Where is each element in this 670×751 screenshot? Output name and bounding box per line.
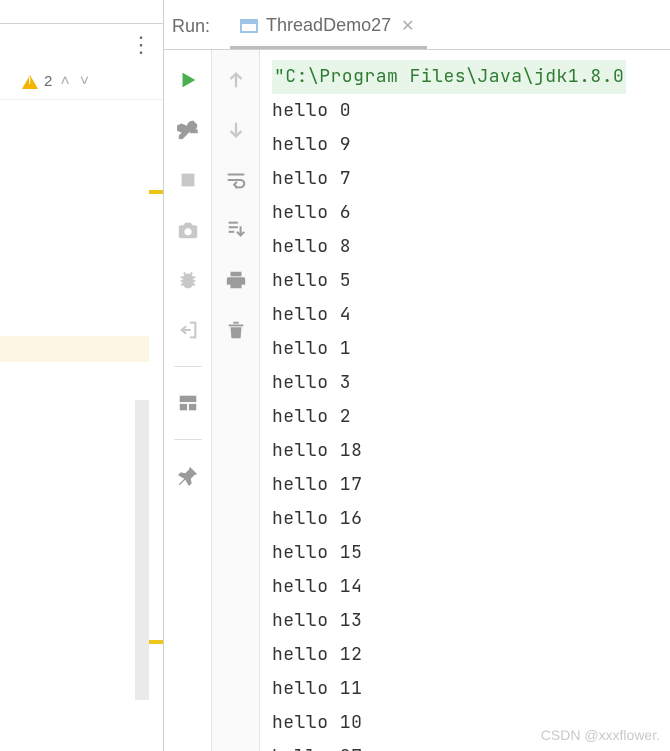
highlighted-line <box>0 336 150 362</box>
camera-icon[interactable] <box>174 216 202 244</box>
fold-strip <box>135 400 149 700</box>
trash-icon[interactable] <box>222 316 250 344</box>
toolbar-separator <box>174 439 202 440</box>
console-line: hello 13 <box>272 604 670 638</box>
console-line: hello 9 <box>272 128 670 162</box>
console-line: hello 14 <box>272 570 670 604</box>
more-options-icon[interactable]: ⋮ <box>130 32 151 58</box>
console-line: hello 2 <box>272 400 670 434</box>
warning-mark[interactable] <box>149 640 163 644</box>
console-line: hello 0 <box>272 94 670 128</box>
wrench-icon[interactable] <box>174 116 202 144</box>
stop-icon[interactable] <box>174 166 202 194</box>
editor-side-pane: ⋮ 2 ˄ ˅ <box>0 0 164 751</box>
console-line: hello 16 <box>272 502 670 536</box>
bug-icon[interactable] <box>174 266 202 294</box>
run-tab-label: ThreadDemo27 <box>266 15 391 36</box>
application-icon <box>240 19 258 33</box>
prev-problem-chevron[interactable]: ˄ <box>58 71 71 93</box>
console-line: hello 11 <box>272 672 670 706</box>
error-stripe[interactable] <box>149 100 163 751</box>
rerun-icon[interactable] <box>174 66 202 94</box>
print-icon[interactable] <box>222 266 250 294</box>
editor-top-strip <box>0 0 163 24</box>
run-toolbar-secondary <box>212 50 260 751</box>
console-line: hello 5 <box>272 264 670 298</box>
soft-wrap-icon[interactable] <box>222 166 250 194</box>
pin-icon[interactable] <box>174 462 202 490</box>
scroll-to-end-icon[interactable] <box>222 216 250 244</box>
command-line: "C:\Program Files\Java\jdk1.8.0 <box>272 60 626 94</box>
console-line: hello 17 <box>272 468 670 502</box>
console-line: hello 6 <box>272 196 670 230</box>
run-toolbar-primary <box>164 50 212 751</box>
run-config-tab[interactable]: ThreadDemo27 ✕ <box>230 7 426 49</box>
close-tab-icon[interactable]: ✕ <box>399 16 416 36</box>
warning-mark[interactable] <box>149 190 163 194</box>
editor-header-row: ⋮ <box>0 24 163 64</box>
console-output[interactable]: "C:\Program Files\Java\jdk1.8.0 hello 0h… <box>260 50 670 751</box>
warning-icon <box>22 75 38 89</box>
run-panel-title: Run: <box>172 16 210 49</box>
arrow-down-icon[interactable] <box>222 116 250 144</box>
toolbar-separator <box>174 366 202 367</box>
exit-icon[interactable] <box>174 316 202 344</box>
console-line: hello 15 <box>272 536 670 570</box>
ide-window: ⋮ 2 ˄ ˅ Run: ThreadDemo27 ✕ <box>0 0 670 751</box>
arrow-up-icon[interactable] <box>222 66 250 94</box>
problems-count: 2 <box>44 73 52 90</box>
console-line: hello 3 <box>272 366 670 400</box>
problems-indicator[interactable]: 2 ˄ ˅ <box>0 64 163 100</box>
console-line: hello 4 <box>272 298 670 332</box>
console-line: hello 12 <box>272 638 670 672</box>
console-line: hello 18 <box>272 434 670 468</box>
console-line: hello 1 <box>272 332 670 366</box>
console-line: hello 8 <box>272 230 670 264</box>
run-tool-window: Run: ThreadDemo27 ✕ <box>164 0 670 751</box>
layout-icon[interactable] <box>174 389 202 417</box>
editor-gutter-area <box>0 100 163 751</box>
watermark-text: CSDN @xxxflower. <box>541 727 660 743</box>
next-problem-chevron[interactable]: ˅ <box>78 71 91 93</box>
run-tab-bar: Run: ThreadDemo27 ✕ <box>164 0 670 50</box>
run-body: "C:\Program Files\Java\jdk1.8.0 hello 0h… <box>164 50 670 751</box>
console-line: hello 7 <box>272 162 670 196</box>
